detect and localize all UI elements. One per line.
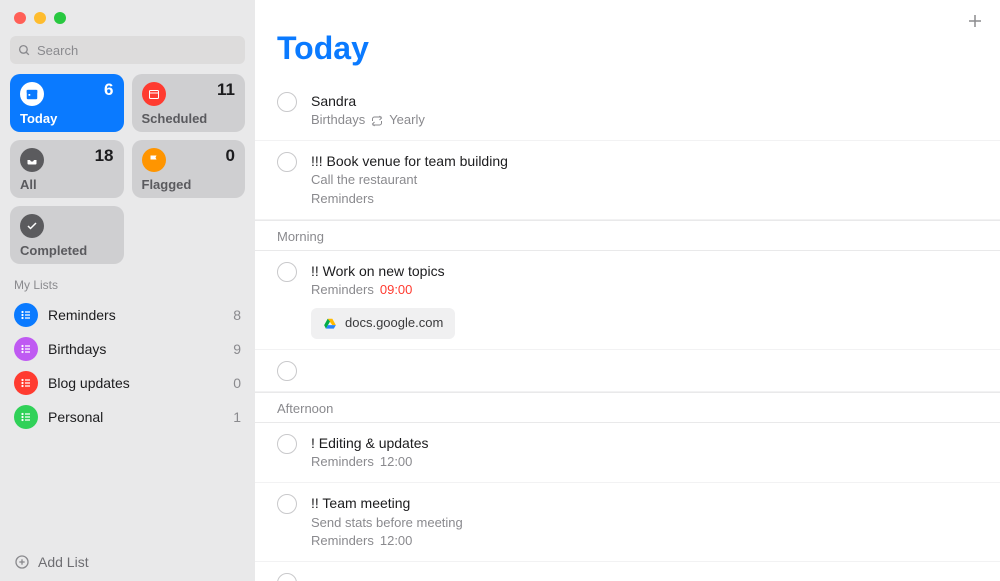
page-title: Today (255, 30, 1000, 81)
section-header-morning: Morning (255, 220, 1000, 251)
list-name: Blog updates (48, 375, 233, 391)
task-list: Reminders (311, 532, 374, 551)
task-note: Send stats before meeting (311, 514, 978, 533)
task-time: 12:00 (380, 532, 413, 551)
list-personal[interactable]: Personal 1 (0, 400, 255, 434)
google-drive-icon (323, 317, 337, 331)
task-title: ! Editing & updates (311, 433, 978, 453)
scheduled-label: Scheduled (142, 111, 208, 126)
task-list: Reminders (311, 190, 978, 209)
list-name: Reminders (48, 307, 233, 323)
task-row-empty[interactable] (255, 350, 1000, 392)
task-row[interactable]: !! Team meeting Send stats before meetin… (255, 483, 1000, 562)
task-complete-toggle[interactable] (277, 92, 297, 112)
list-count: 0 (233, 375, 241, 391)
all-label: All (20, 177, 37, 192)
section-header-afternoon: Afternoon (255, 392, 1000, 423)
task-row[interactable]: Sandra Birthdays Yearly (255, 81, 1000, 141)
plus-icon (966, 12, 984, 30)
search-input[interactable]: Search (10, 36, 245, 64)
list-bullet-icon (14, 405, 38, 429)
search-icon (18, 44, 31, 57)
task-time: 09:00 (380, 281, 413, 300)
task-repeat: Yearly (389, 111, 425, 130)
task-note: Call the restaurant (311, 171, 978, 190)
list-bullet-icon (14, 371, 38, 395)
list-name: Personal (48, 409, 233, 425)
checkmark-icon (20, 214, 44, 238)
task-row-empty[interactable] (255, 562, 1000, 581)
list-birthdays[interactable]: Birthdays 9 (0, 332, 255, 366)
my-lists-header: My Lists (0, 264, 255, 298)
list-count: 9 (233, 341, 241, 357)
calendar-today-icon (20, 82, 44, 106)
list-bullet-icon (14, 337, 38, 361)
list-reminders[interactable]: Reminders 8 (0, 298, 255, 332)
task-list: Birthdays (311, 111, 365, 130)
flag-icon (142, 148, 166, 172)
task-time: 12:00 (380, 453, 413, 472)
smart-list-completed[interactable]: Completed (10, 206, 124, 264)
list-blog-updates[interactable]: Blog updates 0 (0, 366, 255, 400)
list-bullet-icon (14, 303, 38, 327)
task-attachment[interactable]: docs.google.com (311, 308, 455, 339)
sidebar: Search 6 Today 11 Scheduled (0, 0, 255, 581)
inbox-icon (20, 148, 44, 172)
task-title: Sandra (311, 91, 978, 111)
repeat-icon (371, 115, 383, 127)
task-complete-toggle[interactable] (277, 494, 297, 514)
task-title: !!! Book venue for team building (311, 151, 978, 171)
main-pane: Today Sandra Birthdays Yearly !!! Book v… (255, 0, 1000, 581)
calendar-icon (142, 82, 166, 106)
app-window: Search 6 Today 11 Scheduled (0, 0, 1000, 581)
today-count: 6 (104, 80, 113, 100)
window-minimize-button[interactable] (34, 12, 46, 24)
window-close-button[interactable] (14, 12, 26, 24)
smart-lists-grid: 6 Today 11 Scheduled 18 All (0, 74, 255, 264)
flagged-label: Flagged (142, 177, 192, 192)
smart-list-scheduled[interactable]: 11 Scheduled (132, 74, 246, 132)
task-title: !! Work on new topics (311, 261, 978, 281)
window-controls (0, 0, 255, 36)
add-list-label: Add List (38, 554, 89, 570)
smart-list-flagged[interactable]: 0 Flagged (132, 140, 246, 198)
task-complete-toggle[interactable] (277, 262, 297, 282)
task-complete-toggle[interactable] (277, 361, 297, 381)
list-count: 8 (233, 307, 241, 323)
task-title: !! Team meeting (311, 493, 978, 513)
task-list: Reminders (311, 453, 374, 472)
window-maximize-button[interactable] (54, 12, 66, 24)
all-count: 18 (95, 146, 114, 166)
list-count: 1 (233, 409, 241, 425)
search-placeholder: Search (37, 43, 78, 58)
task-row[interactable]: !!! Book venue for team building Call th… (255, 141, 1000, 220)
task-complete-toggle[interactable] (277, 152, 297, 172)
task-row[interactable]: !! Work on new topics Reminders 09:00 do… (255, 251, 1000, 350)
list-name: Birthdays (48, 341, 233, 357)
completed-label: Completed (20, 243, 87, 258)
task-complete-toggle[interactable] (277, 434, 297, 454)
plus-circle-icon (14, 554, 30, 570)
smart-list-today[interactable]: 6 Today (10, 74, 124, 132)
add-reminder-button[interactable] (966, 12, 984, 36)
smart-list-all[interactable]: 18 All (10, 140, 124, 198)
task-content: Today Sandra Birthdays Yearly !!! Book v… (255, 0, 1000, 581)
flagged-count: 0 (226, 146, 235, 166)
today-label: Today (20, 111, 57, 126)
add-list-button[interactable]: Add List (0, 543, 255, 581)
scheduled-count: 11 (217, 80, 235, 100)
user-lists: Reminders 8 Birthdays 9 Blog updates 0 (0, 298, 255, 434)
attachment-label: docs.google.com (345, 314, 443, 333)
task-complete-toggle[interactable] (277, 573, 297, 581)
task-list: Reminders (311, 281, 374, 300)
task-row[interactable]: ! Editing & updates Reminders 12:00 (255, 423, 1000, 483)
